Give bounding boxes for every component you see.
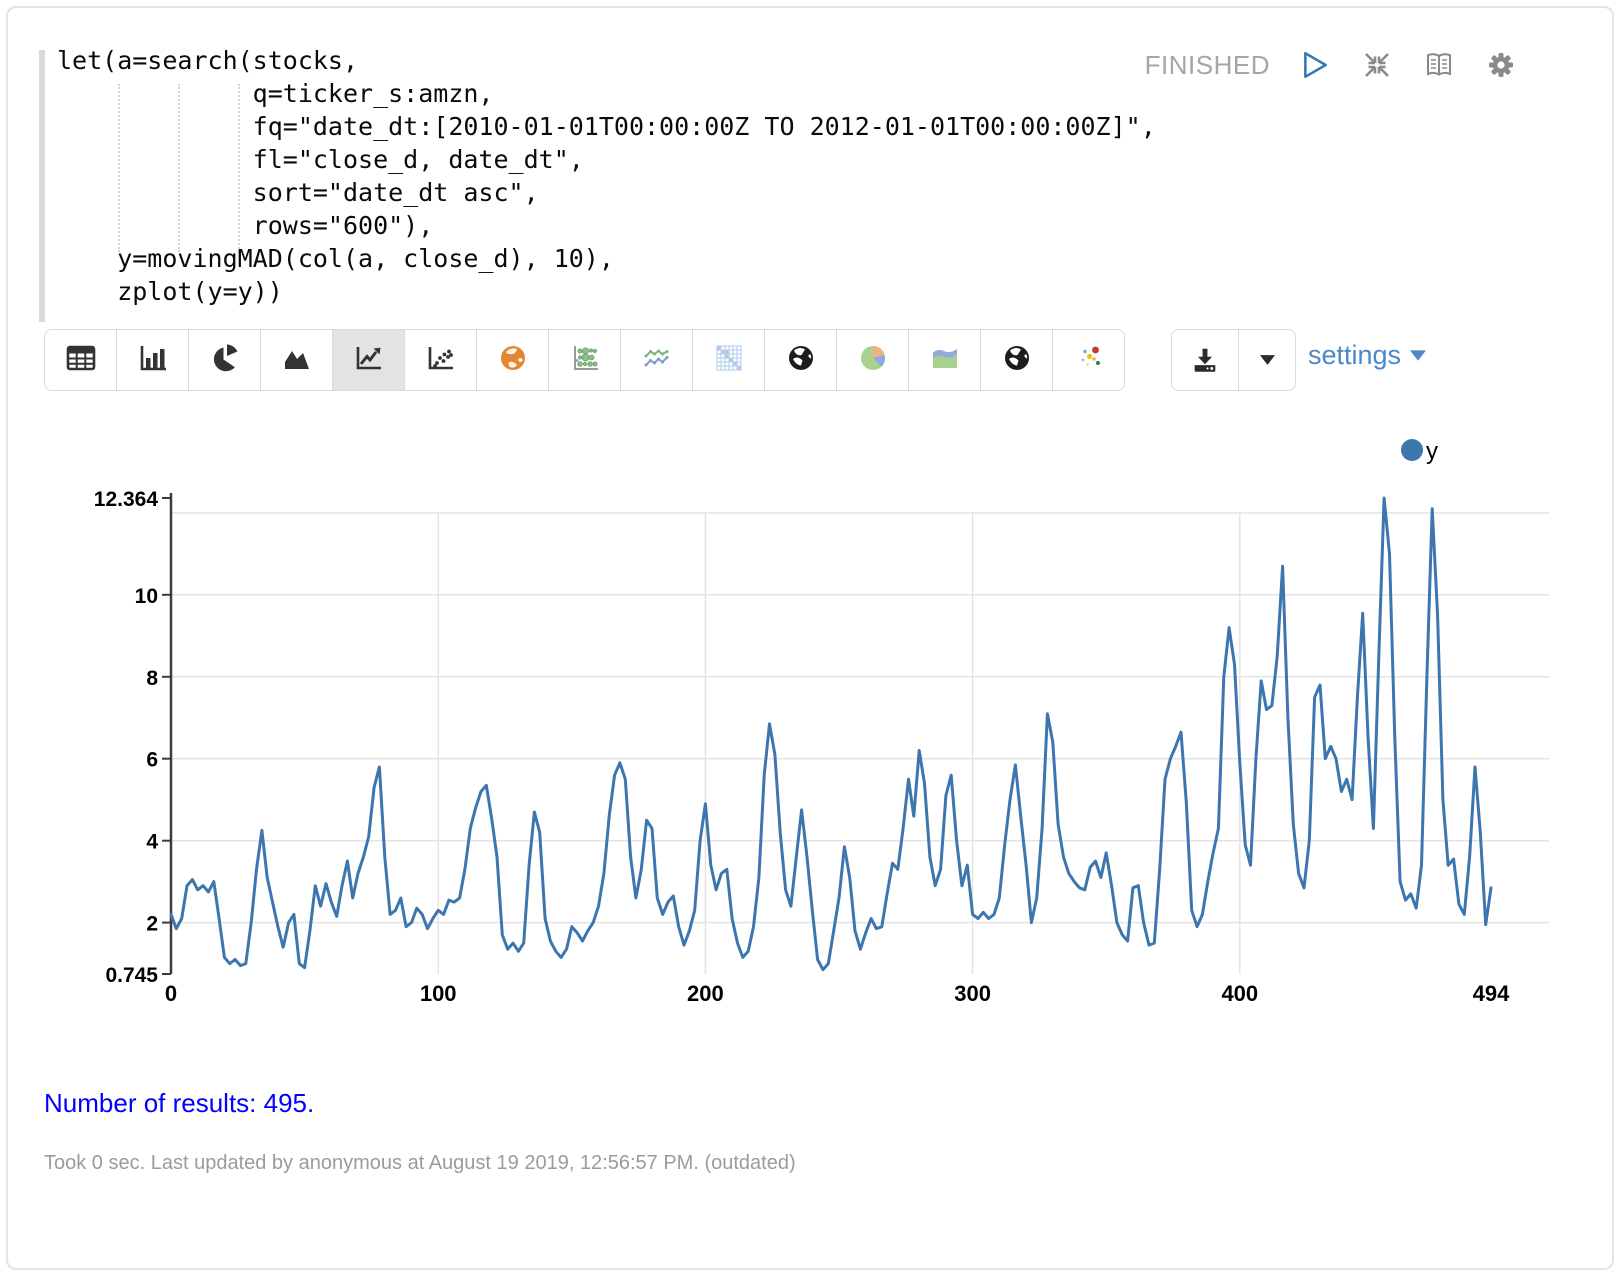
multi-line-icon xyxy=(640,342,674,379)
viz-type-table-button[interactable] xyxy=(45,330,117,390)
x-tick-label: 200 xyxy=(687,981,724,1006)
viz-type-globe-orange-button[interactable] xyxy=(477,330,549,390)
chart-type-button-group xyxy=(44,329,1125,391)
viz-type-bubble-matrix-button[interactable] xyxy=(549,330,621,390)
viz-type-multi-line-button[interactable] xyxy=(621,330,693,390)
table-icon xyxy=(64,342,98,379)
viz-toolbar: settings xyxy=(44,329,1125,391)
viz-type-area-chart-button[interactable] xyxy=(261,330,333,390)
y-tick-label: 10 xyxy=(135,585,158,608)
line-chart-icon xyxy=(352,342,386,379)
scatter-color-icon xyxy=(1072,342,1106,379)
code-line: fq="date_dt:[2010-01-01T00:00:00Z TO 201… xyxy=(57,110,1156,143)
x-tick-label: 494 xyxy=(1473,981,1510,1006)
download-button-group xyxy=(1171,329,1296,391)
globe-dark-2-icon xyxy=(1000,342,1034,379)
code-line: let(a=search(stocks, xyxy=(57,44,1156,77)
pie-pastel-icon xyxy=(856,342,890,379)
scatter-chart-icon xyxy=(424,342,458,379)
paragraph-container: let(a=search(stocks, q=ticker_s:amzn, fq… xyxy=(6,6,1614,1270)
settings-toggle[interactable]: settings xyxy=(1308,340,1426,371)
bubble-matrix-icon xyxy=(568,342,602,379)
compress-icon[interactable] xyxy=(1360,48,1394,82)
code-line: y=movingMAD(col(a, close_d), 10), xyxy=(57,242,1156,275)
y-tick-label: 6 xyxy=(146,749,158,772)
viz-type-area-pastel-button[interactable] xyxy=(909,330,981,390)
viz-type-scatter-chart-button[interactable] xyxy=(405,330,477,390)
y-tick-label: 2 xyxy=(146,913,158,936)
settings-label: settings xyxy=(1308,340,1401,371)
viz-type-line-chart-button[interactable] xyxy=(333,330,405,390)
status-badge: FINISHED xyxy=(1145,50,1270,81)
area-chart-icon xyxy=(280,342,314,379)
code-line: fl="close_d, date_dt", xyxy=(57,143,1156,176)
y-tick-label: 0.745 xyxy=(105,964,158,987)
results-summary: Number of results: 495. xyxy=(44,1088,314,1119)
viz-type-scatter-color-button[interactable] xyxy=(1053,330,1124,390)
paragraph-header: FINISHED xyxy=(1145,48,1518,82)
play-icon[interactable] xyxy=(1298,48,1332,82)
code-line: q=ticker_s:amzn, xyxy=(57,77,1156,110)
code-editor[interactable]: let(a=search(stocks, q=ticker_s:amzn, fq… xyxy=(8,44,1228,324)
book-icon[interactable] xyxy=(1422,48,1456,82)
legend-label: y xyxy=(1426,438,1438,465)
viz-type-bar-chart-button[interactable] xyxy=(117,330,189,390)
x-tick-label: 100 xyxy=(420,981,457,1006)
settings-caret-icon xyxy=(1410,350,1426,361)
gear-icon[interactable] xyxy=(1484,48,1518,82)
download-icon[interactable] xyxy=(1172,330,1239,390)
line-chart-canvas: 12.364 10 8 6 4 2 0.745 0 100 200 300 400 494 y xyxy=(8,438,1620,1028)
code-line: rows="600"), xyxy=(57,209,1156,242)
code-text: let(a=search(stocks, q=ticker_s:amzn, fq… xyxy=(57,44,1156,308)
code-line: sort="date_dt asc", xyxy=(57,176,1156,209)
viz-type-pie-pastel-button[interactable] xyxy=(837,330,909,390)
legend-item-y[interactable]: y xyxy=(1401,438,1438,465)
x-tick-label: 300 xyxy=(954,981,991,1006)
globe-orange-icon xyxy=(496,342,530,379)
x-tick-label: 0 xyxy=(165,981,177,1006)
viz-type-pie-chart-button[interactable] xyxy=(189,330,261,390)
viz-type-globe-dark-button[interactable] xyxy=(765,330,837,390)
pie-chart-icon xyxy=(208,342,242,379)
globe-dark-icon xyxy=(784,342,818,379)
legend-swatch xyxy=(1401,439,1423,461)
heatmap-grid-icon xyxy=(712,342,746,379)
y-tick-label: 8 xyxy=(146,667,158,690)
area-pastel-icon xyxy=(928,342,962,379)
y-tick-label: 12.364 xyxy=(94,488,159,511)
download-options-caret-icon[interactable] xyxy=(1239,330,1295,390)
x-tick-label: 400 xyxy=(1221,981,1258,1006)
editor-gutter xyxy=(39,50,45,322)
viz-type-heatmap-grid-button[interactable] xyxy=(693,330,765,390)
code-line: zplot(y=y)) xyxy=(57,275,1156,308)
viz-type-globe-dark-2-button[interactable] xyxy=(981,330,1053,390)
y-tick-label: 4 xyxy=(146,831,158,854)
chart-area: 12.364 10 8 6 4 2 0.745 0 100 200 300 400 494 y xyxy=(8,438,1620,1028)
bar-chart-icon xyxy=(136,342,170,379)
series-line-y xyxy=(171,498,1491,970)
paragraph-status-line: Took 0 sec. Last updated by anonymous at… xyxy=(44,1152,796,1175)
